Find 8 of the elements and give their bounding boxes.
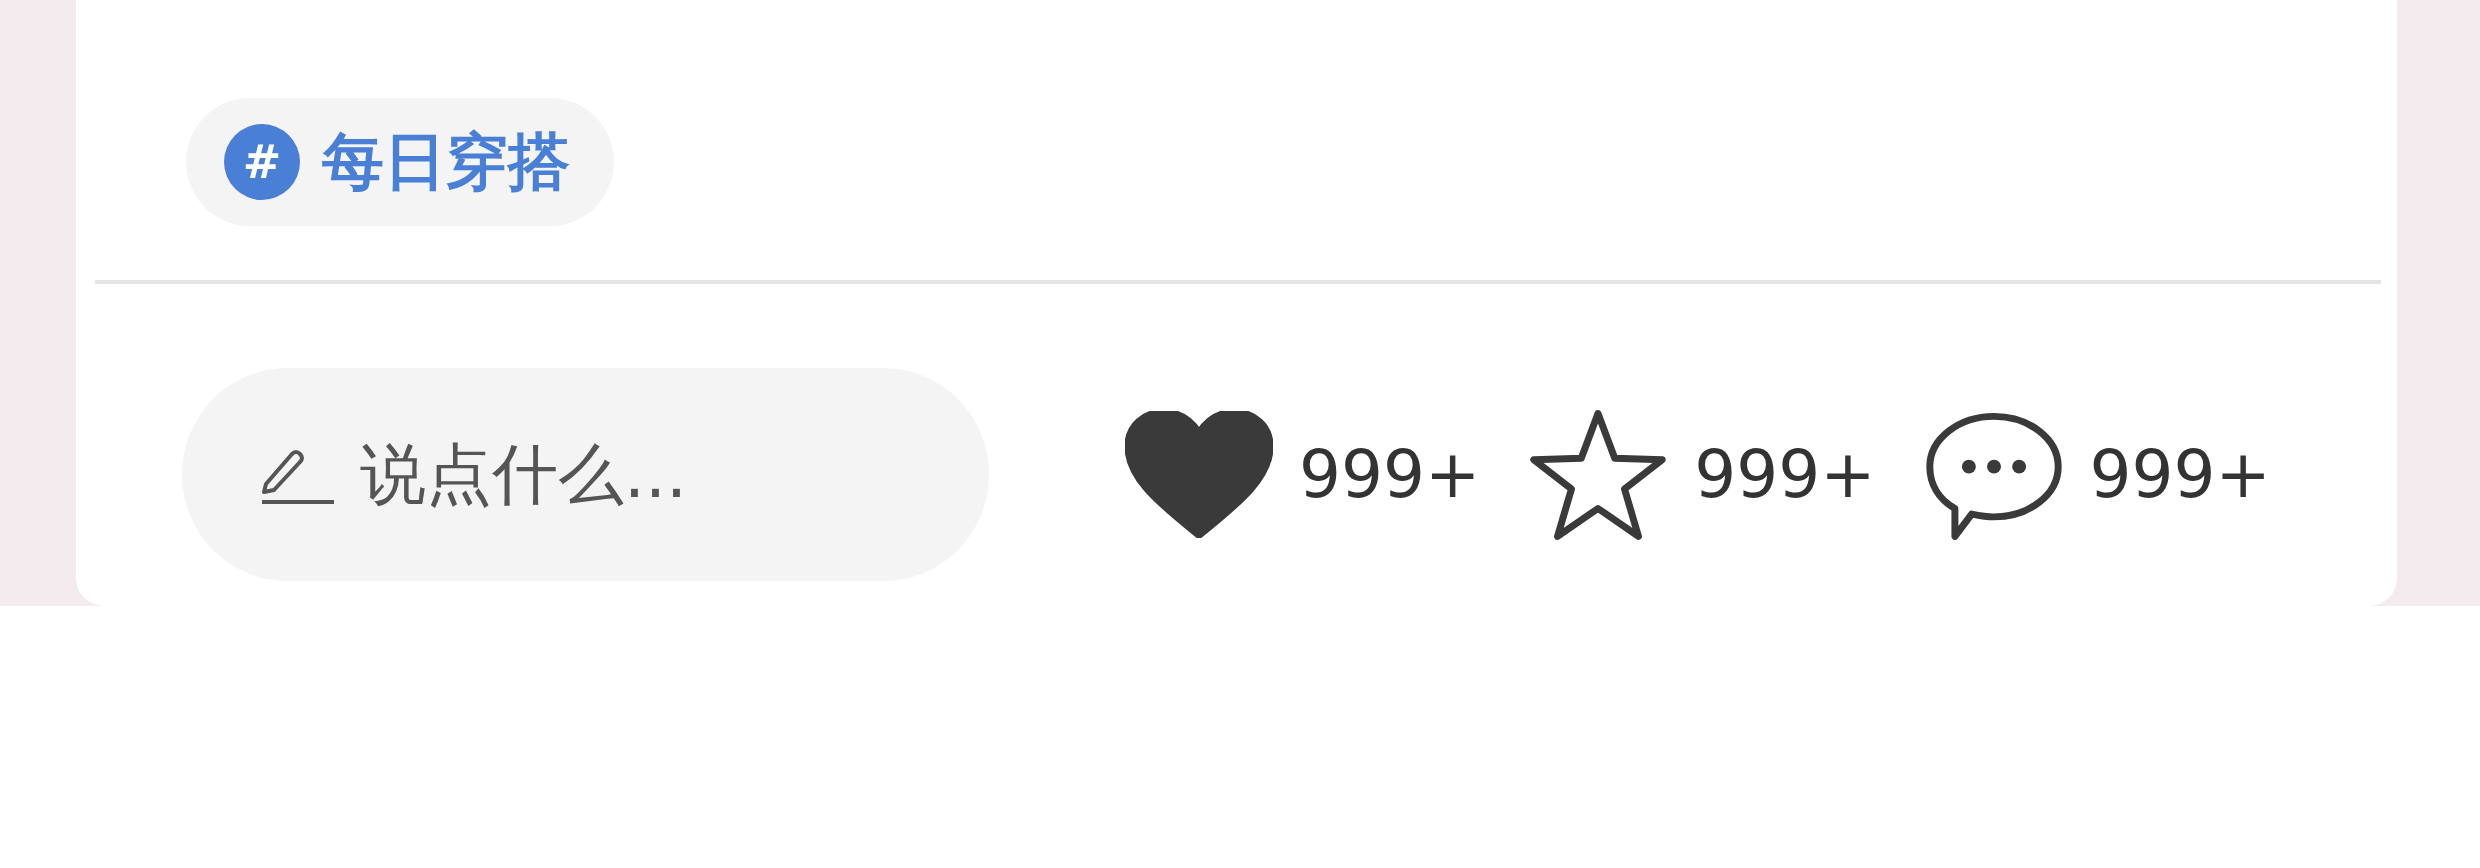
heart-icon[interactable]	[1125, 411, 1273, 538]
star-icon[interactable]	[1528, 407, 1669, 542]
hash-icon: #	[224, 124, 300, 200]
count-label: 999+	[1299, 436, 1481, 513]
count-label: 999+	[2089, 436, 2271, 513]
topic-tag[interactable]: # 每日穿搭	[186, 98, 614, 226]
comment-input-field[interactable]: 说点什么...	[182, 368, 989, 581]
count-label: 999+	[1694, 436, 1876, 513]
